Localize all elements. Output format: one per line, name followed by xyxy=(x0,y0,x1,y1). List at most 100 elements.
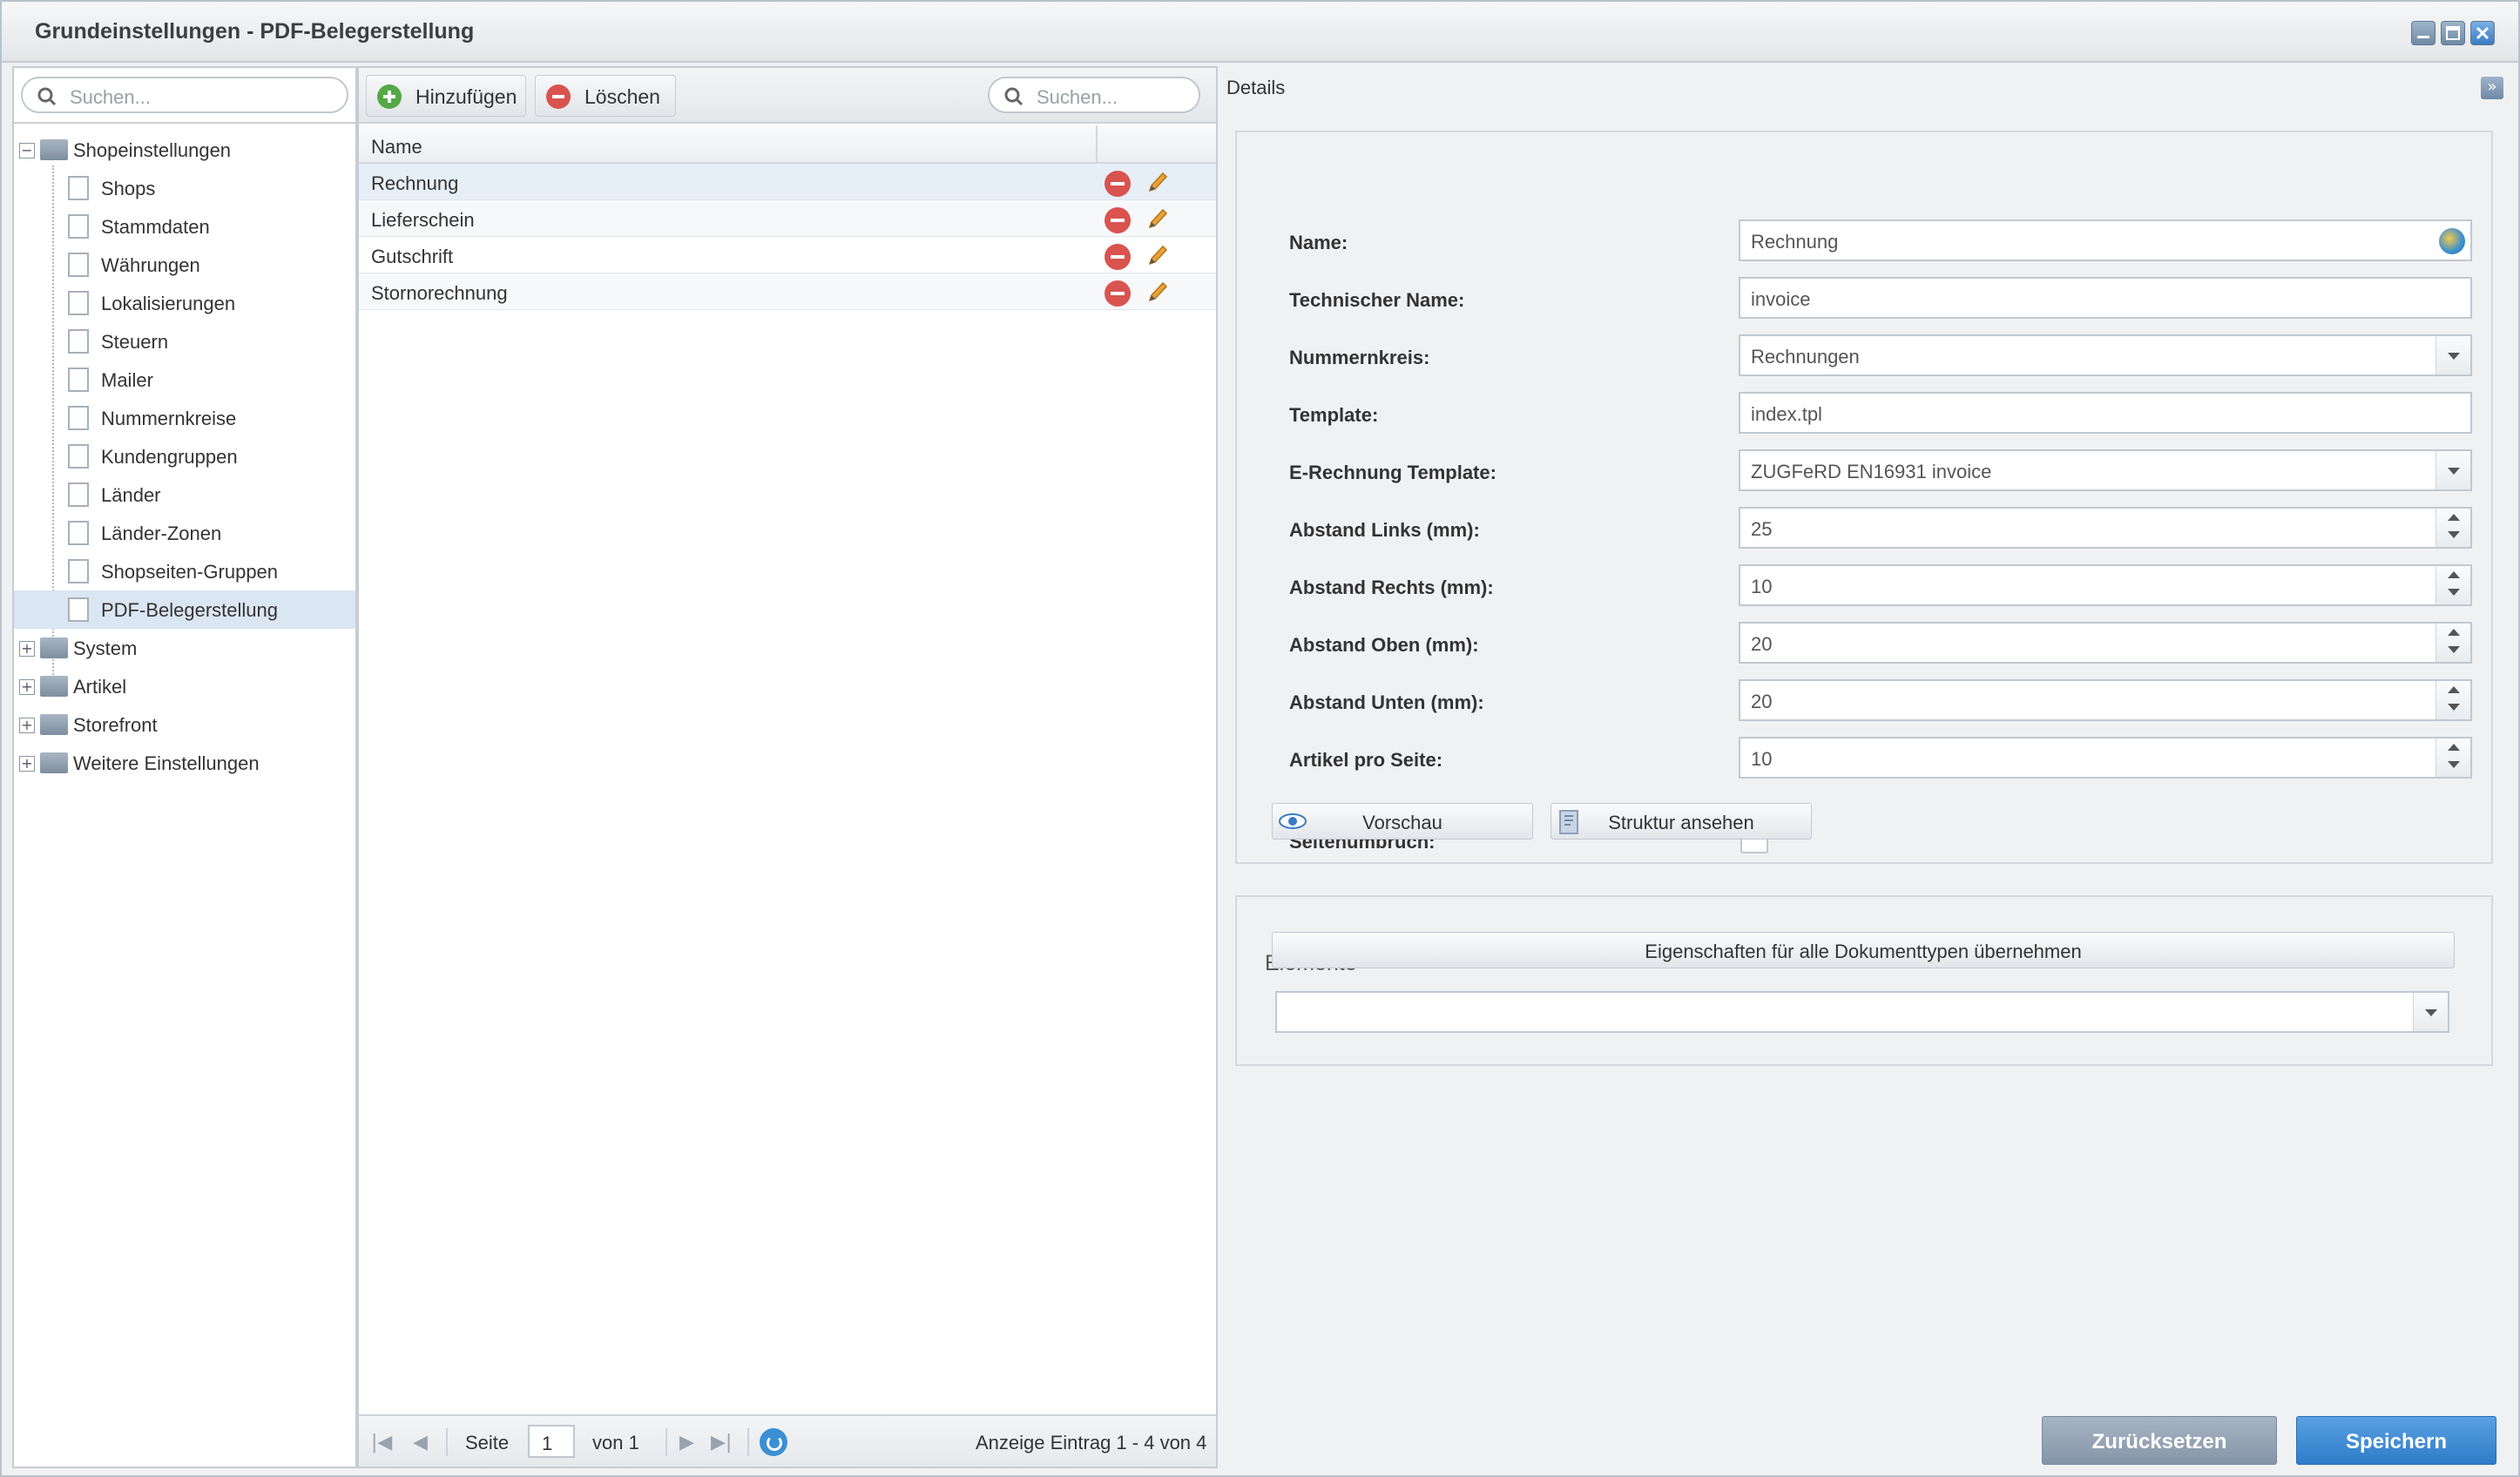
document-icon xyxy=(68,559,89,583)
expand-toggle-icon[interactable]: + xyxy=(19,718,35,733)
minimize-button[interactable] xyxy=(2411,21,2436,45)
tree-item-label: Währungen xyxy=(101,254,200,276)
close-button[interactable] xyxy=(2470,21,2495,45)
chevron-down-icon[interactable] xyxy=(2436,451,2470,489)
close-icon xyxy=(2476,26,2490,40)
margin-top-stepper[interactable]: 20 xyxy=(1739,622,2472,664)
tree-item-artikel[interactable]: + Artikel xyxy=(14,667,355,705)
collapse-panel-icon[interactable]: » xyxy=(2481,77,2503,99)
spinner-arrows-icon[interactable] xyxy=(2436,566,2470,604)
tree-item-label: Kundengruppen xyxy=(101,446,238,468)
chevron-down-icon[interactable] xyxy=(2413,993,2448,1031)
tree-item-kundengruppen[interactable]: Kundengruppen xyxy=(14,437,355,475)
collapse-toggle-icon[interactable]: − xyxy=(19,143,35,158)
next-page-icon[interactable]: ▶ xyxy=(679,1432,694,1453)
title-bar[interactable]: Grundeinstellungen - PDF-Belegerstellung xyxy=(2,2,2518,63)
items-per-page-stepper[interactable]: 10 xyxy=(1739,737,2472,779)
tree-item-nummernkreise[interactable]: Nummernkreise xyxy=(14,399,355,437)
technical-name-label: Technischer Name: xyxy=(1289,289,1465,311)
row-delete-icon[interactable] xyxy=(1105,207,1131,233)
tree-item-lokalisierungen[interactable]: Lokalisierungen xyxy=(14,284,355,322)
details-form: Name: Rechnung Technischer Name: invoice… xyxy=(1235,131,2493,864)
document-icon xyxy=(68,482,89,507)
tree-item-system[interactable]: + System xyxy=(14,629,355,667)
tree-item-laender[interactable]: Länder xyxy=(14,475,355,514)
row-delete-icon[interactable] xyxy=(1105,171,1131,197)
spinner-arrows-icon[interactable] xyxy=(2436,624,2470,662)
tree-item-shopseiten-gruppen[interactable]: Shopseiten-Gruppen xyxy=(14,552,355,590)
previous-page-icon[interactable]: ◀ xyxy=(413,1432,428,1453)
display-info: Anzeige Eintrag 1 - 4 von 4 xyxy=(976,1432,1207,1453)
margin-bottom-stepper[interactable]: 20 xyxy=(1739,679,2472,721)
maximize-button[interactable] xyxy=(2441,21,2465,45)
add-button[interactable]: Hinzufügen xyxy=(366,75,526,117)
expand-toggle-icon[interactable]: + xyxy=(19,679,35,695)
spinner-arrows-icon[interactable] xyxy=(2436,738,2470,777)
table-row[interactable]: Rechnung xyxy=(359,164,1216,200)
folder-icon xyxy=(40,637,68,658)
apply-to-all-document-types-button[interactable]: Eigenschaften für alle Dokumenttypen übe… xyxy=(1272,932,2455,968)
list-search-placeholder: Suchen... xyxy=(1037,86,1118,108)
margin-left-value: 25 xyxy=(1751,518,1773,540)
grid-header: Name xyxy=(359,125,1216,164)
expand-toggle-icon[interactable]: + xyxy=(19,641,35,657)
tree-item-mailer[interactable]: Mailer xyxy=(14,361,355,399)
reset-button[interactable]: Zurücksetzen xyxy=(2042,1416,2277,1465)
tree-item-label: PDF-Belegerstellung xyxy=(101,599,278,621)
pencil-icon[interactable] xyxy=(1145,279,1171,305)
table-row[interactable]: Gutschrift xyxy=(359,237,1216,273)
row-delete-icon[interactable] xyxy=(1105,280,1131,307)
last-page-icon[interactable]: ▶| xyxy=(711,1432,732,1453)
preview-button[interactable]: Vorschau xyxy=(1272,803,1533,840)
row-delete-icon[interactable] xyxy=(1105,244,1131,270)
tree-item-label: Stammdaten xyxy=(101,216,210,238)
save-button[interactable]: Speichern xyxy=(2296,1416,2496,1465)
table-row[interactable]: Stornorechnung xyxy=(359,273,1216,310)
template-value: index.tpl xyxy=(1751,403,1822,425)
margin-left-stepper[interactable]: 25 xyxy=(1739,507,2472,549)
tree-item-shopeinstellungen[interactable]: − Shopeinstellungen xyxy=(14,131,355,169)
pencil-icon[interactable] xyxy=(1145,206,1171,232)
column-header-name[interactable]: Name xyxy=(371,136,422,158)
tree-item-pdf-belegerstellung[interactable]: PDF-Belegerstellung xyxy=(14,590,355,629)
folder-icon xyxy=(40,714,68,735)
tree-item-laender-zonen[interactable]: Länder-Zonen xyxy=(14,514,355,552)
table-row[interactable]: Lieferschein xyxy=(359,200,1216,237)
tree-item-stammdaten[interactable]: Stammdaten xyxy=(14,207,355,246)
page-total-label: von 1 xyxy=(592,1432,639,1453)
technical-name-field[interactable]: invoice xyxy=(1739,277,2472,319)
number-range-select[interactable]: Rechnungen xyxy=(1739,334,2472,376)
search-icon xyxy=(37,87,57,106)
e-invoice-template-select[interactable]: ZUGFeRD EN16931 invoice xyxy=(1739,449,2472,491)
first-page-icon[interactable]: |◀ xyxy=(371,1432,392,1453)
globe-translation-icon[interactable] xyxy=(2439,228,2465,254)
settings-tree-panel: Suchen... − Shopeinstellungen Shops Stam… xyxy=(12,66,357,1468)
folder-icon xyxy=(40,676,68,697)
view-structure-button[interactable]: Struktur ansehen xyxy=(1551,803,1812,840)
tree-item-storefront[interactable]: + Storefront xyxy=(14,705,355,744)
list-search-input[interactable]: Suchen... xyxy=(988,77,1200,113)
elements-select[interactable] xyxy=(1275,991,2449,1033)
tree-item-steuern[interactable]: Steuern xyxy=(14,322,355,361)
spinner-arrows-icon[interactable] xyxy=(2436,509,2470,547)
page-number-input[interactable]: 1 xyxy=(528,1425,575,1458)
spinner-arrows-icon[interactable] xyxy=(2436,681,2470,719)
expand-toggle-icon[interactable]: + xyxy=(19,756,35,772)
tree-item-label: Shops xyxy=(101,178,156,199)
tree-item-weitere-einstellungen[interactable]: + Weitere Einstellungen xyxy=(14,744,355,782)
chevron-down-icon[interactable] xyxy=(2436,336,2470,374)
column-divider[interactable] xyxy=(1096,125,1098,164)
pencil-icon[interactable] xyxy=(1145,169,1171,195)
refresh-icon[interactable] xyxy=(760,1428,787,1456)
pencil-icon[interactable] xyxy=(1145,242,1171,268)
tree-search-input[interactable]: Suchen... xyxy=(21,77,348,113)
document-icon xyxy=(68,291,89,315)
tree-item-waehrungen[interactable]: Währungen xyxy=(14,246,355,284)
template-field[interactable]: index.tpl xyxy=(1739,392,2472,434)
margin-bottom-label: Abstand Unten (mm): xyxy=(1289,691,1484,713)
margin-right-stepper[interactable]: 10 xyxy=(1739,564,2472,606)
pagination-bar: |◀ ◀ Seite 1 von 1 ▶ ▶| Anzeige Eintrag … xyxy=(359,1414,1216,1467)
tree-item-shops[interactable]: Shops xyxy=(14,169,355,207)
name-field[interactable]: Rechnung xyxy=(1739,219,2472,261)
delete-button[interactable]: Löschen xyxy=(535,75,676,117)
